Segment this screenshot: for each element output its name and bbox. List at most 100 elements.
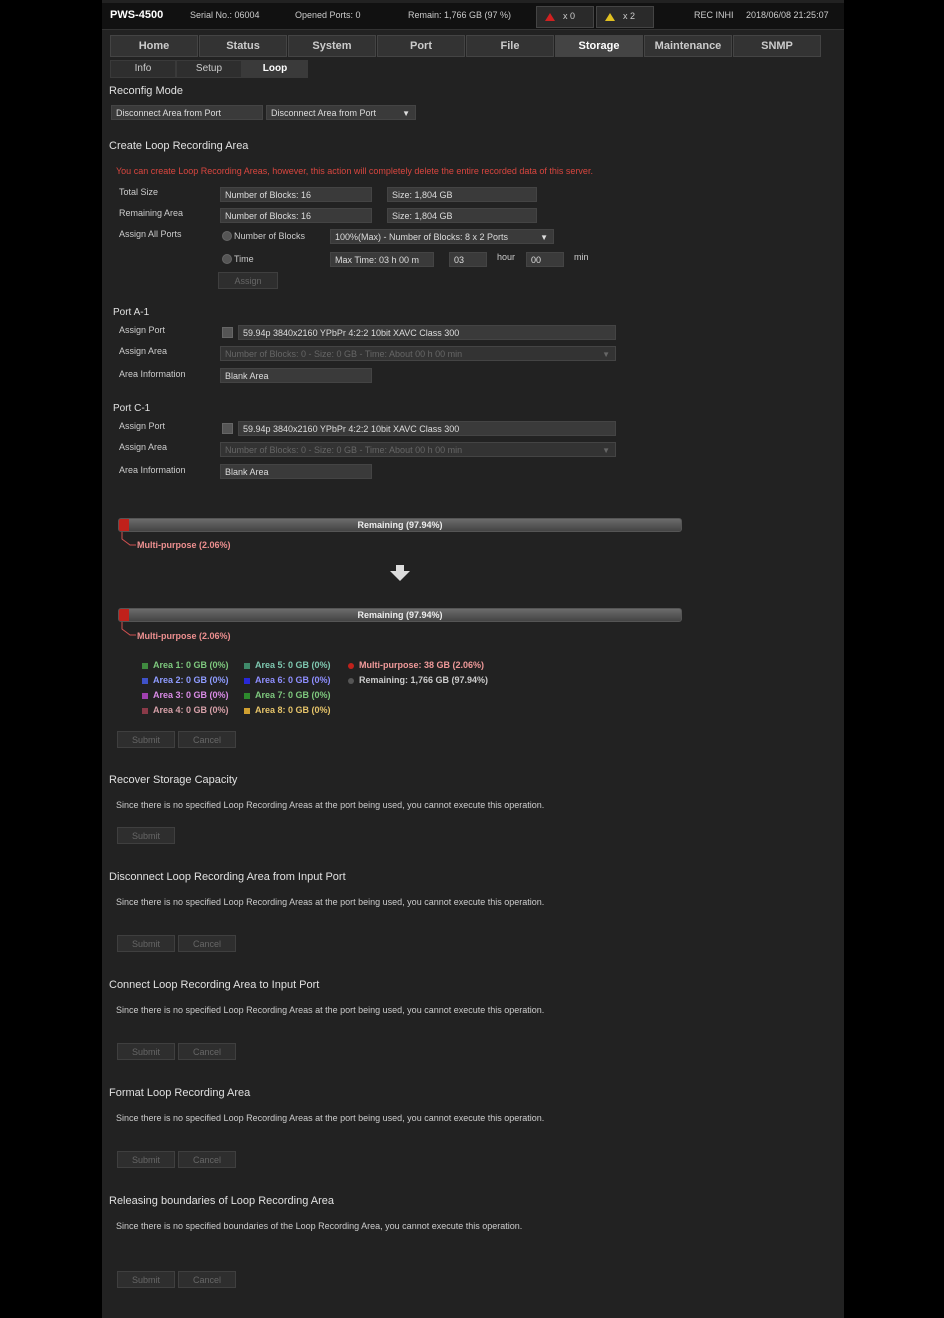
warning-indicator[interactable]: x 2 <box>596 6 654 28</box>
port-a1-format: 59.94p 3840x2160 YPbPr 4:2:2 10bit XAVC … <box>238 325 616 340</box>
radio-blocks-label: Number of Blocks <box>234 231 306 241</box>
port-c1-checkbox[interactable] <box>222 423 233 434</box>
create-title: Create Loop Recording Area <box>109 140 249 152</box>
datetime: 2018/06/08 21:25:07 <box>746 10 829 20</box>
legend-item: Area 1: 0 GB (0%) <box>142 660 229 670</box>
multipurpose-label-current: Multi-purpose (2.06%) <box>137 540 231 550</box>
tab-system[interactable]: System <box>288 35 376 57</box>
connect-cancel-button[interactable]: Cancel <box>178 1043 236 1060</box>
port-a1-checkbox[interactable] <box>222 327 233 338</box>
releasing-submit-button[interactable]: Submit <box>117 1271 175 1288</box>
legend-swatch <box>244 677 250 684</box>
port-c1-title: Port C-1 <box>113 403 151 414</box>
port-c1-format: 59.94p 3840x2160 YPbPr 4:2:2 10bit XAVC … <box>238 421 616 436</box>
radio-time[interactable] <box>222 254 232 264</box>
reconfig-select[interactable]: Disconnect Area from Port <box>266 105 416 120</box>
legend-swatch <box>348 662 354 669</box>
releasing-title: Releasing boundaries of Loop Recording A… <box>109 1195 335 1207</box>
create-submit-button[interactable]: Submit <box>117 731 175 748</box>
legend-item: Area 6: 0 GB (0%) <box>244 675 331 685</box>
legend-item: Area 5: 0 GB (0%) <box>244 660 331 670</box>
port-c1-area-select[interactable]: Number of Blocks: 0 - Size: 0 GB - Time:… <box>220 442 616 457</box>
usage-bar-current: Remaining (97.94%) <box>118 518 682 532</box>
connect-title: Connect Loop Recording Area to Input Por… <box>109 979 320 991</box>
disconnect-submit-button[interactable]: Submit <box>117 935 175 952</box>
legend-label: Area 5: 0 GB (0%) <box>255 660 331 670</box>
usage-bar-new: Remaining (97.94%) <box>118 608 682 622</box>
warning-icon <box>605 13 615 21</box>
tab-maintenance[interactable]: Maintenance <box>644 35 732 57</box>
legend-swatch <box>244 692 250 699</box>
disconnect-cancel-button[interactable]: Cancel <box>178 935 236 952</box>
format-submit-button[interactable]: Submit <box>117 1151 175 1168</box>
radio-number-of-blocks[interactable] <box>222 231 232 241</box>
blocks-select[interactable]: 100%(Max) - Number of Blocks: 8 x 2 Port… <box>330 229 554 244</box>
port-a1-assign-area-label: Assign Area <box>119 346 168 356</box>
format-cancel-button[interactable]: Cancel <box>178 1151 236 1168</box>
releasing-cancel-button[interactable]: Cancel <box>178 1271 236 1288</box>
legend-item: Area 2: 0 GB (0%) <box>142 675 229 685</box>
disconnect-note: Since there is no specified Loop Recordi… <box>116 897 545 907</box>
opened-ports: Opened Ports: 0 <box>295 10 361 20</box>
legend-item: Area 3: 0 GB (0%) <box>142 690 229 700</box>
assign-button[interactable]: Assign <box>218 272 278 289</box>
connect-submit-button[interactable]: Submit <box>117 1043 175 1060</box>
tab-port[interactable]: Port <box>377 35 465 57</box>
legend-swatch <box>142 662 148 669</box>
total-size-label: Total Size <box>119 187 159 197</box>
main-panel: PWS-4500 Serial No.: 06004 Opened Ports:… <box>102 0 844 1318</box>
remaining-area-label: Remaining Area <box>119 208 184 218</box>
recover-note: Since there is no specified Loop Recordi… <box>116 800 545 810</box>
connect-note: Since there is no specified Loop Recordi… <box>116 1005 545 1015</box>
legend-item: Area 7: 0 GB (0%) <box>244 690 331 700</box>
legend-swatch <box>244 662 250 669</box>
multipurpose-label-new: Multi-purpose (2.06%) <box>137 631 231 641</box>
tab-file[interactable]: File <box>466 35 554 57</box>
legend-swatch <box>142 677 148 684</box>
legend-label: Area 3: 0 GB (0%) <box>153 690 229 700</box>
hour-input[interactable]: 03 <box>449 252 487 267</box>
tab-snmp[interactable]: SNMP <box>733 35 821 57</box>
legend-swatch <box>142 707 148 714</box>
port-a1-info-value: Blank Area <box>220 368 372 383</box>
subtab-loop[interactable]: Loop <box>242 60 308 78</box>
port-c1-info-value: Blank Area <box>220 464 372 479</box>
legend-label: Remaining: 1,766 GB (97.94%) <box>359 675 489 685</box>
legend-label: Area 8: 0 GB (0%) <box>255 705 331 715</box>
reconfig-title: Reconfig Mode <box>109 85 183 97</box>
legend-item: Multi-purpose: 38 GB (2.06%) <box>348 660 484 670</box>
port-c1-info-label: Area Information <box>119 465 186 475</box>
port-c1-assign-port-label: Assign Port <box>119 421 166 431</box>
legend-swatch <box>348 677 354 684</box>
min-input[interactable]: 00 <box>526 252 564 267</box>
recover-submit-button[interactable]: Submit <box>117 827 175 844</box>
port-a1-area-select[interactable]: Number of Blocks: 0 - Size: 0 GB - Time:… <box>220 346 616 361</box>
status-bar: PWS-4500 Serial No.: 06004 Opened Ports:… <box>102 3 844 30</box>
warning-count: x 2 <box>623 11 636 21</box>
subtab-info[interactable]: Info <box>110 60 176 78</box>
create-cancel-button[interactable]: Cancel <box>178 731 236 748</box>
usage-bar-remaining-label: Remaining (97.94%) <box>357 520 443 530</box>
product-name: PWS-4500 <box>110 9 164 21</box>
legend-label: Area 1: 0 GB (0%) <box>153 660 229 670</box>
usage-bar-new-remaining-label: Remaining (97.94%) <box>357 610 443 620</box>
legend-label: Area 4: 0 GB (0%) <box>153 705 229 715</box>
assign-all-ports-label: Assign All Ports <box>119 229 182 239</box>
tab-home[interactable]: Home <box>110 35 198 57</box>
rec-status: REC INHI <box>694 10 734 20</box>
alert-indicator[interactable]: x 0 <box>536 6 594 28</box>
radio-time-label: Time <box>234 254 254 264</box>
legend-label: Area 6: 0 GB (0%) <box>255 675 331 685</box>
tab-status[interactable]: Status <box>199 35 287 57</box>
create-warning: You can create Loop Recording Areas, how… <box>116 166 593 176</box>
format-title: Format Loop Recording Area <box>109 1087 251 1099</box>
legend-label: Multi-purpose: 38 GB (2.06%) <box>359 660 485 670</box>
remain-capacity: Remain: 1,766 GB (97 %) <box>408 10 512 20</box>
port-a1-info-label: Area Information <box>119 369 186 379</box>
arrow-down-icon <box>390 565 410 581</box>
subtab-setup[interactable]: Setup <box>176 60 242 78</box>
legend-label: Area 7: 0 GB (0%) <box>255 690 331 700</box>
legend-item: Area 8: 0 GB (0%) <box>244 705 331 715</box>
port-a1-assign-port-label: Assign Port <box>119 325 166 335</box>
tab-storage[interactable]: Storage <box>555 35 643 57</box>
